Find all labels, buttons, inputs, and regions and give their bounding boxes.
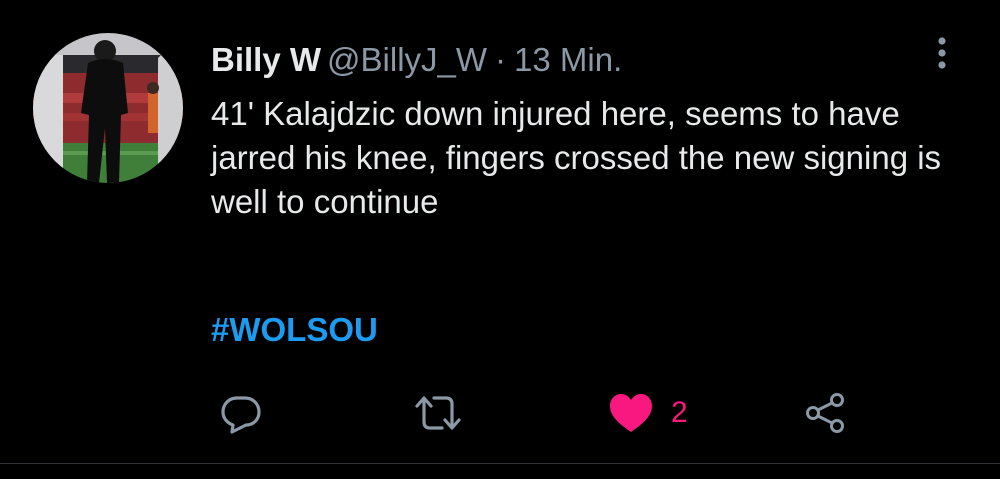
retweet-button[interactable] [412, 385, 464, 441]
tweet[interactable]: Billy W @BillyJ_W · 13 Min. 41' Kalajdzic d… [0, 0, 1000, 479]
avatar-photo [33, 33, 183, 183]
tweet-timestamp[interactable]: 13 Min. [514, 41, 622, 78]
header-separator: · [495, 41, 507, 78]
hashtag-link[interactable]: #WOLSOU [211, 308, 378, 352]
share-button[interactable] [803, 385, 849, 441]
author-handle[interactable]: @BillyJ_W [327, 41, 487, 78]
like-button[interactable]: 2 [607, 385, 688, 441]
reply-button[interactable] [218, 385, 264, 441]
tweet-actions: 2 [0, 385, 1000, 445]
like-count: 2 [671, 396, 688, 429]
share-icon [806, 393, 844, 433]
tweet-header: Billy W @BillyJ_W · 13 Min. [211, 40, 622, 80]
reply-icon [221, 396, 261, 434]
more-vertical-icon[interactable] [928, 34, 956, 74]
tweet-text: 41' Kalajdzic down injured here, seems t… [211, 95, 942, 220]
retweet-icon [415, 396, 461, 430]
divider [0, 463, 1000, 464]
avatar[interactable] [33, 33, 183, 183]
heart-filled-icon [610, 394, 652, 432]
author-display-name[interactable]: Billy W [211, 41, 321, 78]
